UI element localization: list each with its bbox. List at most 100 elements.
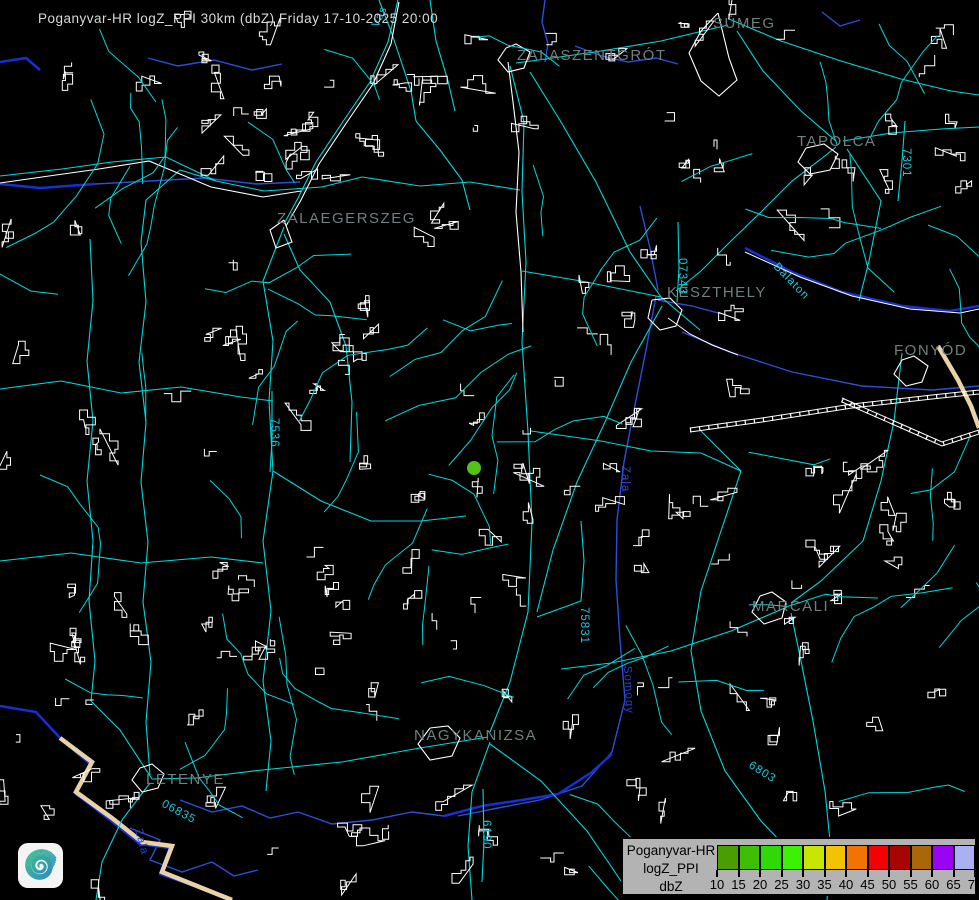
settlement-outline: [659, 798, 665, 824]
settlement-outline: [760, 698, 776, 707]
road: [210, 480, 242, 538]
road: [284, 0, 398, 224]
settlement-outline: [270, 639, 274, 646]
legend-tick: [953, 870, 955, 877]
city-label: SÜMEG: [713, 14, 776, 32]
settlement-outline: [286, 2, 399, 226]
road: [791, 353, 902, 603]
legend-tick-label: 25: [771, 877, 793, 892]
settlement-outline: [783, 791, 796, 801]
settlement-outline: [886, 114, 898, 134]
legend-tick-label: 70: [964, 877, 979, 892]
settlement-outline: [229, 260, 238, 270]
water-label: Somogy: [621, 666, 636, 715]
road: [299, 328, 428, 423]
settlement-outline: [956, 181, 972, 193]
settlement-outline: [607, 266, 629, 282]
legend-swatch: [847, 846, 869, 869]
settlement-outline: [516, 588, 526, 606]
settlement-outline: [503, 574, 526, 586]
settlement-outline: [799, 643, 809, 666]
settlement-outline: [919, 55, 934, 77]
settlement-outline: [199, 52, 212, 63]
settlement-outline: [2, 219, 13, 248]
road-number-label: 7536: [268, 418, 280, 448]
legend-tick-label: 60: [921, 877, 943, 892]
legend-tick: [824, 870, 826, 877]
settlement-outline: [885, 557, 902, 569]
legend-swatch: [826, 846, 848, 869]
road: [745, 209, 881, 228]
road: [0, 252, 58, 295]
legend-tick: [888, 870, 890, 877]
water-label: Zala: [619, 466, 631, 492]
road: [537, 306, 662, 612]
road: [531, 431, 741, 471]
road: [65, 679, 143, 698]
spiral-icon: [17, 842, 64, 889]
settlement-outline: [0, 451, 10, 469]
city-label: LETENYE: [146, 771, 225, 788]
road: [561, 607, 787, 669]
road: [129, 127, 178, 275]
legend-swatch: [804, 846, 826, 869]
settlement-outline: [383, 825, 389, 839]
settlement-outline: [777, 210, 804, 240]
settlement-outline: [600, 334, 611, 355]
settlement-outline: [205, 328, 222, 341]
settlement-outline: [471, 598, 481, 614]
settlement-outline: [202, 617, 213, 632]
settlement-outline: [267, 848, 279, 854]
settlement-outline: [946, 114, 958, 128]
settlement-outline: [711, 554, 729, 564]
road: [737, 31, 836, 141]
settlement-outline: [420, 80, 436, 105]
road: [423, 566, 430, 645]
settlement-outline: [554, 377, 563, 386]
legend-tick: [781, 870, 783, 877]
road: [930, 468, 933, 540]
country-border: [60, 738, 232, 900]
road: [223, 614, 295, 705]
settlement-outline: [211, 65, 224, 99]
settlement-outline: [414, 227, 434, 246]
settlement-outline: [0, 780, 8, 805]
legend-tick-label: 20: [749, 877, 771, 892]
road-number-label: 6803: [746, 759, 777, 785]
settlement-outline: [403, 550, 419, 574]
settlement-outline: [804, 168, 812, 185]
settlement-outline: [411, 492, 425, 503]
settlement-outline: [284, 123, 313, 136]
road: [273, 471, 466, 521]
settlement-outline: [665, 113, 675, 121]
road: [832, 588, 953, 663]
legend-tick: [910, 870, 912, 877]
settlement-outline: [366, 705, 377, 721]
settlement-outline: [806, 466, 823, 476]
railroad-line: [842, 402, 979, 446]
settlement-outline: [695, 21, 714, 46]
settlement-outline: [115, 593, 127, 618]
settlement-outline: [785, 617, 796, 624]
settlement-outline: [931, 29, 946, 49]
road-number-label: 06835: [160, 798, 198, 826]
settlement-outline: [68, 584, 76, 598]
legend-tick-label: 65: [943, 877, 965, 892]
settlement-outline: [679, 159, 689, 168]
settlement-outline: [819, 546, 840, 567]
legend-tick-label: 50: [878, 877, 900, 892]
road: [416, 121, 470, 210]
legend-swatch: [761, 846, 783, 869]
settlement-outline: [286, 154, 297, 169]
settlement-outline: [460, 76, 495, 94]
road: [600, 218, 657, 271]
legend-tick: [738, 870, 740, 877]
color-scale-legend: Poganyvar-HR logZ_PPI dbZ 10152025303540…: [621, 837, 977, 896]
road: [533, 165, 543, 236]
settlement-outline: [565, 867, 578, 874]
settlement-outline: [62, 72, 72, 91]
settlement-outline: [303, 112, 318, 131]
road: [40, 475, 101, 613]
settlement-outline: [678, 22, 689, 27]
settlement-outline: [330, 632, 351, 644]
